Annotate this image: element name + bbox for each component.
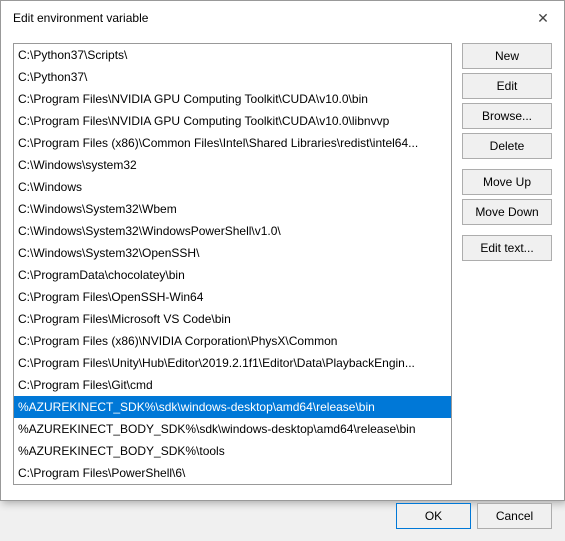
list-item[interactable]: C:\Windows xyxy=(14,176,451,198)
ok-button[interactable]: OK xyxy=(396,503,471,529)
list-item[interactable]: C:\Program Files\NVIDIA GPU Computing To… xyxy=(14,88,451,110)
list-item[interactable]: C:\Windows\system32 xyxy=(14,154,451,176)
delete-button[interactable]: Delete xyxy=(462,133,552,159)
list-item[interactable]: C:\Program Files\PowerShell\6\ xyxy=(14,462,451,484)
list-item[interactable]: C:\Program Files (x86)\Common Files\Inte… xyxy=(14,132,451,154)
dialog-title: Edit environment variable xyxy=(13,11,148,25)
action-buttons: New Edit Browse... Delete Move Up Move D… xyxy=(462,43,552,485)
list-item[interactable]: C:\Windows\System32\Wbem xyxy=(14,198,451,220)
edit-text-button[interactable]: Edit text... xyxy=(462,235,552,261)
cancel-button[interactable]: Cancel xyxy=(477,503,552,529)
list-item[interactable]: C:\Python37\ xyxy=(14,66,451,88)
list-item[interactable]: C:\ProgramData\chocolatey\bin xyxy=(14,264,451,286)
title-bar: Edit environment variable ✕ xyxy=(1,1,564,33)
close-button[interactable]: ✕ xyxy=(534,9,552,27)
list-item[interactable]: C:\Program Files\Microsoft VS Code\bin xyxy=(14,308,451,330)
content-area: C:\Python37\Scripts\C:\Python37\C:\Progr… xyxy=(1,33,564,495)
list-item[interactable]: C:\Program Files\Unity\Hub\Editor\2019.2… xyxy=(14,352,451,374)
move-down-button[interactable]: Move Down xyxy=(462,199,552,225)
list-item[interactable]: C:\Program Files (x86)\NVIDIA Corporatio… xyxy=(14,330,451,352)
footer: OK Cancel xyxy=(1,495,564,541)
list-item[interactable]: C:\Program Files\OpenSSH-Win64 xyxy=(14,286,451,308)
edit-env-var-dialog: Edit environment variable ✕ C:\Python37\… xyxy=(0,0,565,501)
move-up-button[interactable]: Move Up xyxy=(462,169,552,195)
list-item[interactable]: %AZUREKINECT_SDK%\sdk\windows-desktop\am… xyxy=(14,396,451,418)
list-item[interactable]: C:\Program Files\Git\cmd xyxy=(14,374,451,396)
new-button[interactable]: New xyxy=(462,43,552,69)
list-item[interactable]: %AZUREKINECT_BODY_SDK%\tools xyxy=(14,440,451,462)
list-item[interactable]: %AZUREKINECT_BODY_SDK%\sdk\windows-deskt… xyxy=(14,418,451,440)
browse-button[interactable]: Browse... xyxy=(462,103,552,129)
list-item[interactable]: C:\Program Files\NVIDIA GPU Computing To… xyxy=(14,110,451,132)
env-var-list[interactable]: C:\Python37\Scripts\C:\Python37\C:\Progr… xyxy=(13,43,452,485)
list-item[interactable]: C:\Windows\System32\OpenSSH\ xyxy=(14,242,451,264)
edit-button[interactable]: Edit xyxy=(462,73,552,99)
list-item[interactable]: C:\Windows\System32\WindowsPowerShell\v1… xyxy=(14,220,451,242)
list-item[interactable]: C:\Python37\Scripts\ xyxy=(14,44,451,66)
